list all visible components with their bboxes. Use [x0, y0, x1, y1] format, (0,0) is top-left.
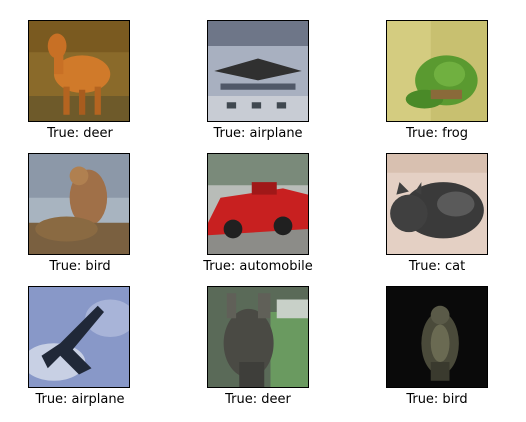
caption-deer-2: True: deer — [225, 392, 291, 407]
image-airplane-1 — [207, 20, 309, 122]
caption-airplane-2: True: airplane — [35, 392, 125, 407]
image-automobile — [207, 153, 309, 255]
image-deer-1 — [28, 20, 130, 122]
image-frog — [386, 20, 488, 122]
image-airplane-2 — [28, 286, 130, 388]
image-deer-2 — [207, 286, 309, 388]
caption-bird-1: True: bird — [49, 259, 111, 274]
image-bird-2 — [386, 286, 488, 388]
caption-automobile: True: automobile — [203, 259, 313, 274]
caption-deer-1: True: deer — [47, 126, 113, 141]
caption-bird-2: True: bird — [406, 392, 468, 407]
caption-cat: True: cat — [408, 259, 466, 274]
image-cat — [386, 153, 488, 255]
caption-airplane-1: True: airplane — [213, 126, 303, 141]
caption-frog: True: frog — [406, 126, 468, 141]
image-bird-1 — [28, 153, 130, 255]
